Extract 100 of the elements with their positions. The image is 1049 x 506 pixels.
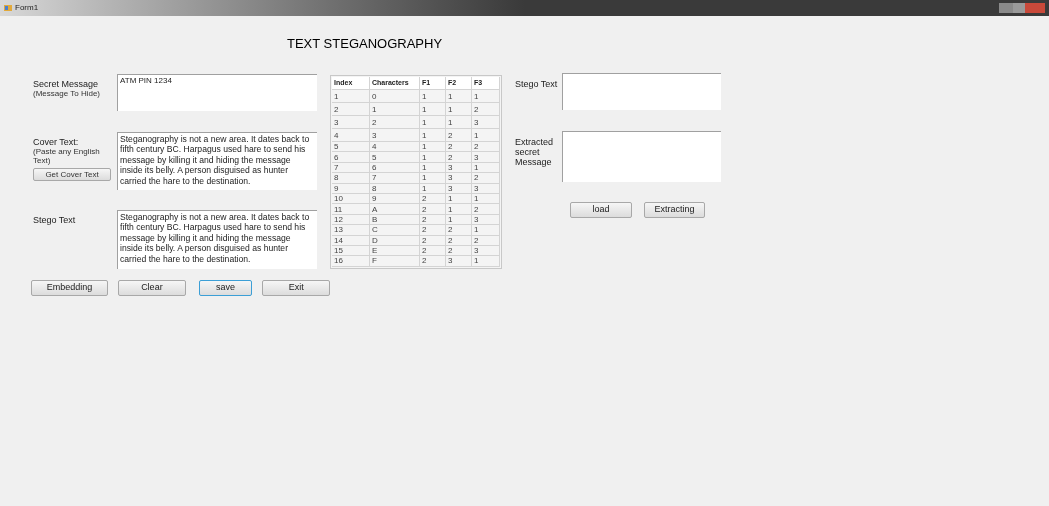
table-cell: 3 (472, 152, 500, 163)
table-cell: F (370, 256, 420, 267)
table-cell: 1 (472, 90, 500, 103)
field-hint: (Paste any English Text) (33, 147, 101, 165)
load-button[interactable]: load (570, 202, 632, 218)
table-cell: 1 (446, 193, 472, 205)
table-cell: 1 (332, 90, 370, 103)
table-cell: 1 (472, 193, 500, 205)
table-cell: 2 (446, 245, 472, 257)
table-cell: 3 (472, 183, 500, 194)
table-cell: 6 (370, 162, 420, 174)
field-label: Stego Text (33, 215, 77, 225)
table-cell: 16 (332, 256, 370, 267)
table-cell: 2 (472, 204, 500, 215)
text-area[interactable] (562, 73, 721, 110)
table-cell: 1 (420, 142, 446, 153)
table-cell: 3 (446, 173, 472, 184)
table-cell: 12 (332, 214, 370, 226)
table-cell: B (370, 214, 420, 226)
table-cell: D (370, 235, 420, 246)
table-cell: 1 (446, 103, 472, 116)
table-cell: 3 (472, 245, 500, 257)
table-cell: E (370, 245, 420, 257)
field-hint: (Message To Hide) (33, 89, 101, 98)
embedding-button[interactable]: Embedding (31, 280, 109, 296)
table-cell: 9 (370, 193, 420, 205)
text-area[interactable]: ATM PIN 1234 (117, 74, 317, 111)
clear-button[interactable]: Clear (118, 280, 186, 296)
table-cell: 1 (420, 116, 446, 129)
table-cell: 3 (446, 183, 472, 194)
table-cell: 9 (332, 183, 370, 194)
window-controls[interactable] (999, 3, 1045, 13)
table-cell: 2 (420, 193, 446, 205)
table-cell: 0 (370, 90, 420, 103)
table-cell: 1 (472, 256, 500, 267)
table-cell: 6 (332, 152, 370, 163)
window-title: Form1 (15, 2, 39, 14)
table-cell: 15 (332, 245, 370, 257)
table-cell: C (370, 225, 420, 236)
table-cell: 1 (420, 183, 446, 194)
table-cell: 2 (420, 235, 446, 246)
extracting-button[interactable]: Extracting (644, 202, 705, 218)
text-area[interactable]: Steganography is not a new area. It dates back to fifth century BC. Harpagus used hare to send his message by killing it and hiding the message inside its belly. A person disguised as hunter carried the hare to the destination. (117, 132, 317, 190)
table-cell: 2 (420, 214, 446, 226)
table-cell: 2 (472, 173, 500, 184)
table-cell: 3 (446, 256, 472, 267)
table-cell: 2 (332, 103, 370, 116)
table-cell: 8 (332, 173, 370, 184)
table-cell: 13 (332, 225, 370, 236)
field-label: Cover Text: (33, 137, 80, 147)
field-label: Secret Message (33, 79, 100, 89)
table-cell: 1 (472, 129, 500, 142)
table-cell: 1 (446, 214, 472, 226)
table-cell: 1 (446, 204, 472, 215)
table-cell: 2 (420, 256, 446, 267)
table-cell: 1 (446, 90, 472, 103)
table-cell: 2 (420, 225, 446, 236)
table-cell: 2 (420, 245, 446, 257)
table-cell: 8 (370, 183, 420, 194)
table-cell: 1 (420, 90, 446, 103)
table-cell: 7 (370, 173, 420, 184)
table-cell: 3 (332, 116, 370, 129)
table-cell: 3 (446, 162, 472, 174)
field-label: Extracted secret Message (515, 137, 555, 167)
table-cell: 2 (370, 116, 420, 129)
table-cell: 4 (370, 142, 420, 153)
table-cell: 4 (332, 129, 370, 142)
save-button[interactable]: save (198, 280, 253, 296)
table-cell: 2 (472, 142, 500, 153)
table-cell: 3 (472, 214, 500, 226)
table-cell: 14 (332, 235, 370, 246)
table-cell: 5 (370, 152, 420, 163)
field-label: Stego Text (515, 79, 559, 89)
table-cell: 1 (472, 225, 500, 236)
table-cell: 1 (420, 103, 446, 116)
table-cell: 1 (370, 103, 420, 116)
table-cell: A (370, 204, 420, 215)
table-cell: 2 (446, 235, 472, 246)
table-cell: 1 (420, 162, 446, 174)
app-icon (4, 4, 12, 12)
table-cell: 3 (472, 116, 500, 129)
form-heading: TEXT STEGANOGRAPHY (287, 36, 443, 51)
table-cell: 1 (420, 129, 446, 142)
table-cell: 10 (332, 193, 370, 205)
table-cell: 1 (472, 162, 500, 174)
table-cell: 11 (332, 204, 370, 215)
exit-button[interactable]: Exit (262, 280, 330, 296)
table-cell: 2 (446, 129, 472, 142)
table-cell: 1 (420, 173, 446, 184)
table-cell: 2 (446, 225, 472, 236)
table-cell: 5 (332, 142, 370, 153)
table-cell: 1 (420, 152, 446, 163)
table-cell: 2 (446, 152, 472, 163)
text-area[interactable]: Steganography is not a new area. It dates back to fifth century BC. Harpagus used hare to send his message by killing it and hiding the message inside its belly. A person disguised as hunter carried the hare to the destination. (117, 210, 317, 269)
text-area[interactable] (562, 131, 721, 182)
table-cell: 7 (332, 162, 370, 174)
table-cell: 2 (472, 235, 500, 246)
get-cover-text-button[interactable]: Get Cover Text (33, 168, 111, 181)
table-cell: 3 (370, 129, 420, 142)
table-cell: 1 (446, 116, 472, 129)
